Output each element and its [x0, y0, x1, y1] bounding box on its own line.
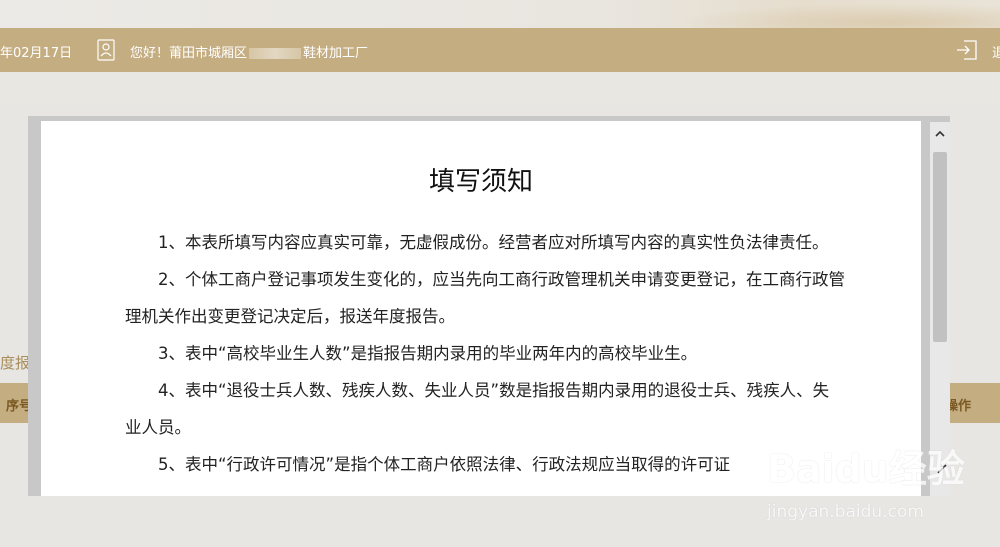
notice-paragraph-3: 3、表中“高校毕业生人数”是指报告期内录用的毕业两年内的高校毕业生。	[158, 344, 698, 363]
scroll-thumb[interactable]	[933, 152, 947, 342]
notice-paragraph-2: 2、个体工商户登记事项发生变化的，应当先向工商行政管理机关申请变更登记，在工商行…	[125, 270, 845, 326]
greeting-text: 您好！莆田市城厢区 鞋材加工厂	[130, 42, 368, 61]
banner-decoration	[640, 0, 1000, 28]
modal-scrollbar[interactable]	[930, 122, 950, 496]
top-banner	[0, 0, 1000, 28]
user-icon	[97, 39, 115, 61]
date-text: 年02月17日	[0, 46, 73, 61]
greeting-prefix: 您好！莆田市城厢区	[130, 46, 248, 61]
notice-paragraph-1: 1、本表所填写内容应真实可靠，无虚假成份。经营者应对所填写内容的真实性负法律责任…	[158, 233, 829, 252]
notice-paragraph-5: 5、表中“行政许可情况”是指个体工商户依照法律、行政法规应当取得的许可证	[158, 455, 731, 474]
greeting-suffix: 鞋材加工厂	[303, 46, 369, 61]
logout-button[interactable]: 退	[992, 42, 1000, 61]
modal-title: 填写须知	[428, 167, 533, 197]
notice-modal: 填写须知 1、本表所填写内容应真实可靠，无虚假成份。经营者应对所填写内容的真实性…	[28, 116, 950, 496]
pencil-icon	[937, 464, 947, 474]
sub-bar	[0, 72, 1000, 105]
redacted-name	[249, 48, 302, 59]
notice-modal-content: 填写须知 1、本表所填写内容应真实可靠，无虚假成份。经营者应对所填写内容的真实性…	[41, 121, 921, 496]
logout-icon[interactable]	[955, 39, 979, 61]
notice-paragraph-4: 4、表中“退役士兵人数、残疾人数、失业人员”数是指报告期内录用的退役士兵、残疾人…	[125, 381, 830, 437]
scroll-up-icon[interactable]	[934, 128, 946, 140]
notice-body: 1、本表所填写内容应真实可靠，无虚假成份。经营者应对所填写内容的真实性负法律责任…	[125, 224, 845, 483]
header-bar: 年02月17日 您好！莆田市城厢区 鞋材加工厂 退	[0, 28, 1000, 72]
watermark-url: jingyan.baidu.com	[767, 502, 924, 522]
section-title: 度报	[0, 354, 31, 372]
